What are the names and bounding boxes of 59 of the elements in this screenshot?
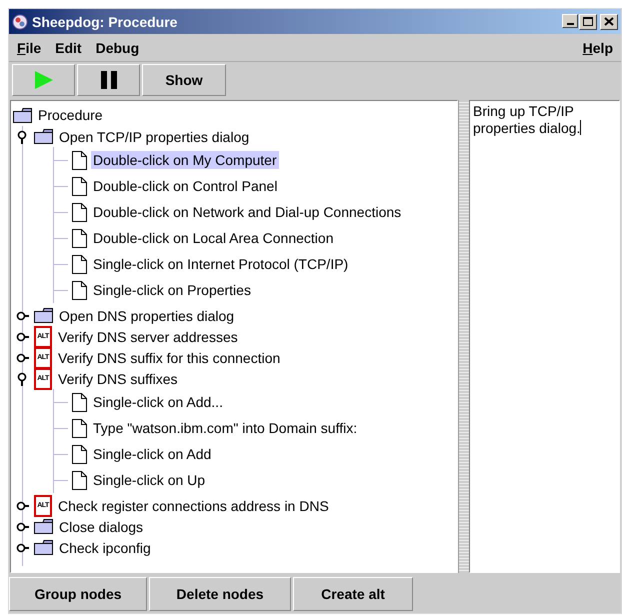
close-button[interactable] (600, 14, 618, 30)
tree-node[interactable]: Double-click on Control Panel (91, 177, 280, 195)
description-field[interactable]: Bring up TCP/IP properties dialog. (469, 100, 620, 573)
tree-node[interactable]: Single-click on Add... (91, 393, 225, 411)
tree-node[interactable]: Verify DNS server addresses (56, 328, 240, 346)
folder-icon (34, 308, 53, 323)
tree-node[interactable]: Single-click on Properties (91, 281, 253, 299)
collapsed-handle-icon[interactable] (16, 308, 30, 322)
folder-icon (34, 540, 53, 555)
collapsed-handle-icon[interactable] (16, 330, 30, 344)
document-icon (72, 254, 87, 274)
tree-node[interactable]: Check ipconfig (57, 538, 153, 556)
play-icon (32, 69, 54, 91)
show-button[interactable]: Show (142, 64, 226, 96)
document-icon (72, 418, 87, 438)
minimize-button[interactable] (562, 14, 578, 28)
action-button[interactable]: Create alt (293, 577, 413, 611)
document-icon (72, 176, 87, 196)
tree-node[interactable]: Double-click on Network and Dial-up Connections (91, 203, 404, 221)
document-icon (72, 150, 87, 170)
tree-node[interactable]: Double-click on My Computer (91, 151, 279, 169)
tree-node[interactable]: Verify DNS suffixes (56, 370, 180, 388)
collapsed-handle-icon[interactable] (16, 520, 30, 534)
tree-node[interactable]: Single-click on Internet Protocol (TCP/IP) (91, 255, 350, 273)
tree-node[interactable]: Single-click on Up (91, 471, 208, 489)
tree-node[interactable]: Type "watson.ibm.com" into Domain suffix: (91, 419, 360, 437)
menu-item[interactable]: Debug (96, 40, 140, 56)
menu-item[interactable]: Help (582, 40, 613, 56)
menu-item[interactable]: File (17, 40, 42, 56)
window-title: Sheepdog: Procedure (32, 14, 178, 30)
document-icon (72, 470, 87, 490)
tree-node[interactable]: Close dialogs (57, 518, 146, 536)
document-icon (72, 392, 87, 412)
document-icon (72, 280, 87, 300)
tree-node[interactable]: Check register connections address in DNS (56, 496, 331, 514)
minimize-icon (566, 22, 574, 24)
action-button[interactable]: Delete nodes (149, 577, 291, 611)
tree-node[interactable]: Open TCP/IP properties dialog (57, 128, 252, 146)
collapsed-handle-icon[interactable] (16, 498, 30, 512)
document-icon (72, 444, 87, 464)
close-icon (604, 17, 614, 26)
maximize-button[interactable] (579, 14, 597, 30)
document-icon (72, 202, 87, 222)
pause-button[interactable] (77, 64, 140, 96)
menu-item[interactable]: Edit (55, 40, 82, 56)
tree-node[interactable]: Single-click on Add (91, 445, 214, 463)
folder-icon (13, 108, 32, 122)
maximize-icon (583, 17, 593, 26)
collapsed-handle-icon[interactable] (16, 540, 30, 554)
tree-node[interactable]: Open DNS properties dialog (57, 306, 236, 324)
folder-icon (34, 519, 53, 534)
collapsed-handle-icon[interactable] (16, 350, 30, 364)
folder-icon (34, 129, 53, 144)
split-handle[interactable] (458, 100, 469, 573)
document-icon (72, 228, 87, 248)
tree-node[interactable]: Procedure (36, 106, 105, 124)
tree-node[interactable]: Double-click on Local Area Connection (91, 229, 336, 247)
action-button[interactable]: Group nodes (9, 577, 147, 611)
tree-node[interactable]: Verify DNS suffix for this connection (56, 348, 282, 366)
